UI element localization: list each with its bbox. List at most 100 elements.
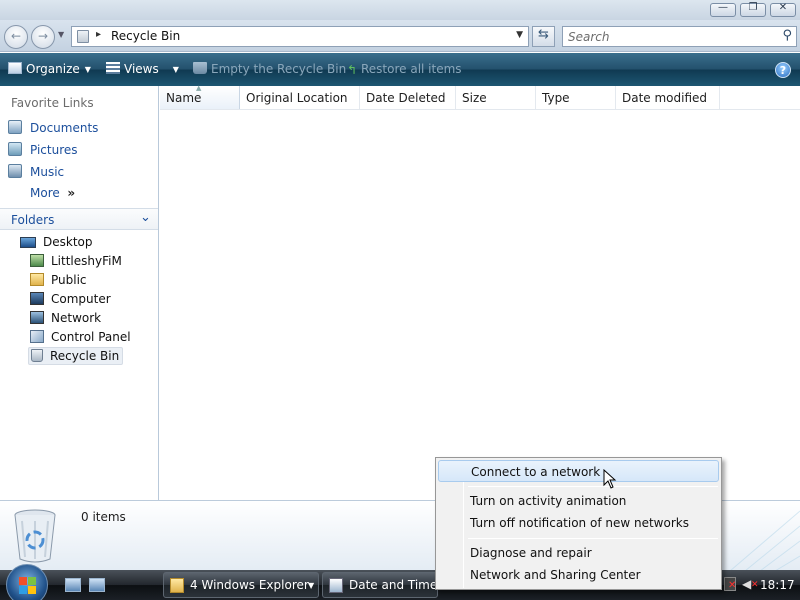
menu-separator	[468, 538, 718, 539]
menu-item-activity-animation[interactable]: Turn on activity animation	[438, 490, 719, 512]
help-button[interactable]: ?	[775, 62, 791, 78]
taskbar-explorer-text: Windows Explorer	[201, 578, 309, 592]
tree-label: Recycle Bin	[50, 349, 120, 363]
clock-settings-icon	[329, 578, 343, 593]
show-desktop-icon[interactable]	[65, 578, 81, 592]
column-original-location[interactable]: Original Location	[240, 86, 360, 109]
favorite-pictures-link[interactable]: Pictures	[8, 142, 78, 160]
back-button[interactable]: ←	[4, 25, 28, 49]
window-title-bar: — ❐ ✕	[0, 0, 800, 20]
column-date-deleted[interactable]: Date Deleted	[360, 86, 456, 109]
column-label: Name	[166, 91, 202, 105]
tree-item-control-panel[interactable]: Control Panel	[30, 329, 134, 347]
menu-item-network-notifications[interactable]: Turn off notification of new networks	[438, 512, 719, 534]
organize-icon	[8, 62, 22, 74]
item-count: 0 items	[81, 510, 126, 524]
search-icon[interactable]: ⚲	[782, 28, 792, 43]
menu-item-diagnose-and-repair[interactable]: Diagnose and repair	[438, 542, 719, 564]
taskbar-date-and-time[interactable]: Date and Time	[322, 572, 438, 598]
recent-pages-dropdown[interactable]: ▼	[58, 30, 64, 39]
switch-windows-icon[interactable]	[89, 578, 105, 592]
breadcrumb-recycle-bin[interactable]: Recycle Bin	[111, 29, 180, 43]
menu-item-label: Network and Sharing Center	[470, 568, 641, 582]
tree-item-computer[interactable]: Computer	[30, 291, 114, 309]
tree-item-network[interactable]: Network	[30, 310, 104, 328]
recycle-bin-large-icon	[14, 509, 56, 563]
tree-item-desktop[interactable]: Desktop	[20, 234, 96, 252]
column-type[interactable]: Type	[536, 86, 616, 109]
column-size[interactable]: Size	[456, 86, 536, 109]
taskbar-group-count: 4	[190, 578, 198, 592]
menu-item-label: Turn on activity animation	[470, 494, 627, 508]
tree-item-user-folder[interactable]: LittleshyFiM	[30, 253, 125, 271]
tree-label: Desktop	[43, 235, 93, 249]
maximize-button[interactable]: ❐	[740, 2, 766, 17]
empty-recycle-bin-button[interactable]: Empty the Recycle Bin	[193, 62, 346, 76]
mouse-cursor-icon	[603, 469, 617, 489]
favorite-music-link[interactable]: Music	[8, 164, 64, 182]
chevron-down-icon: ▼	[84, 65, 91, 74]
chevron-down-icon: ▼	[172, 65, 179, 74]
minimize-icon: —	[718, 2, 728, 13]
recycle-bin-icon	[31, 349, 43, 362]
tree-item-public[interactable]: Public	[30, 272, 90, 290]
menu-item-label: Diagnose and repair	[470, 546, 592, 560]
tree-label: Network	[51, 311, 102, 325]
favorite-links-header: Favorite Links	[11, 96, 94, 110]
folders-header[interactable]: Folders ⌄	[0, 208, 158, 230]
menu-item-connect-to-network[interactable]: Connect to a network	[438, 460, 719, 482]
refresh-button[interactable]: ⇆	[532, 26, 555, 47]
views-button[interactable]: Views ▼	[106, 62, 179, 76]
windows-logo-icon	[19, 577, 37, 595]
documents-icon	[8, 120, 22, 134]
tree-label: Control Panel	[51, 330, 131, 344]
navigation-pane: Favorite Links Documents Pictures Music …	[0, 86, 159, 500]
tree-item-recycle-bin[interactable]: Recycle Bin	[28, 347, 124, 365]
search-input[interactable]: Search ⚲	[562, 26, 797, 47]
folders-label: Folders	[11, 213, 55, 227]
empty-recycle-bin-label: Empty the Recycle Bin	[211, 62, 347, 76]
more-label: More	[30, 186, 60, 200]
favorite-more-link[interactable]: More »	[30, 186, 75, 204]
column-name[interactable]: ▲ Name	[160, 84, 240, 109]
maximize-icon: ❐	[748, 2, 758, 13]
minimize-button[interactable]: —	[710, 2, 736, 17]
menu-item-network-sharing-center[interactable]: Network and Sharing Center	[438, 564, 719, 586]
close-button[interactable]: ✕	[770, 2, 796, 17]
user-folder-icon	[30, 254, 44, 267]
close-icon: ✕	[778, 2, 788, 13]
notification-area: ✕ ◀ ✕ 18:17	[722, 572, 800, 598]
desktop-icon	[20, 237, 36, 248]
music-icon	[8, 164, 22, 178]
start-button[interactable]	[6, 564, 48, 600]
tree-label: Computer	[51, 292, 111, 306]
pictures-icon	[8, 142, 22, 156]
restore-arrow-icon: ↰	[347, 63, 358, 77]
address-dropdown-icon[interactable]: ▼	[516, 30, 523, 40]
chevron-down-icon: ▼	[308, 581, 315, 590]
views-label: Views	[124, 62, 159, 76]
views-icon	[106, 62, 120, 74]
volume-muted-icon: ✕	[751, 580, 759, 590]
taskbar-windows-explorer[interactable]: 4 Windows Explorer ▼	[163, 572, 319, 598]
recycle-bin-icon	[77, 30, 89, 43]
tree-label: LittleshyFiM	[51, 254, 122, 268]
menu-separator	[468, 486, 718, 487]
system-clock[interactable]: 18:17	[760, 578, 795, 592]
back-arrow-icon: ←	[10, 29, 22, 43]
column-date-modified[interactable]: Date modified	[616, 86, 720, 109]
favorite-music-label: Music	[30, 165, 65, 179]
address-row: ← → ▼ ▸ Recycle Bin ▼ ⇆ Search ⚲	[0, 20, 800, 52]
volume-icon[interactable]: ◀	[742, 577, 751, 591]
favorite-documents-label: Documents	[30, 121, 99, 135]
favorite-pictures-label: Pictures	[30, 143, 78, 157]
chevron-down-icon[interactable]: ⌄	[140, 210, 151, 225]
forward-button[interactable]: →	[31, 25, 55, 49]
breadcrumb-separator-icon[interactable]: ▸	[96, 29, 101, 40]
favorite-documents-link[interactable]: Documents	[8, 120, 98, 138]
empty-bin-icon	[193, 62, 207, 74]
organize-button[interactable]: Organize ▼	[8, 62, 91, 76]
file-list-area[interactable]: ▲ Name Original Location Date Deleted Siz…	[160, 84, 800, 500]
address-bar[interactable]: ▸ Recycle Bin ▼	[71, 26, 529, 47]
restore-all-button[interactable]: ↰ Restore all items	[347, 62, 462, 76]
